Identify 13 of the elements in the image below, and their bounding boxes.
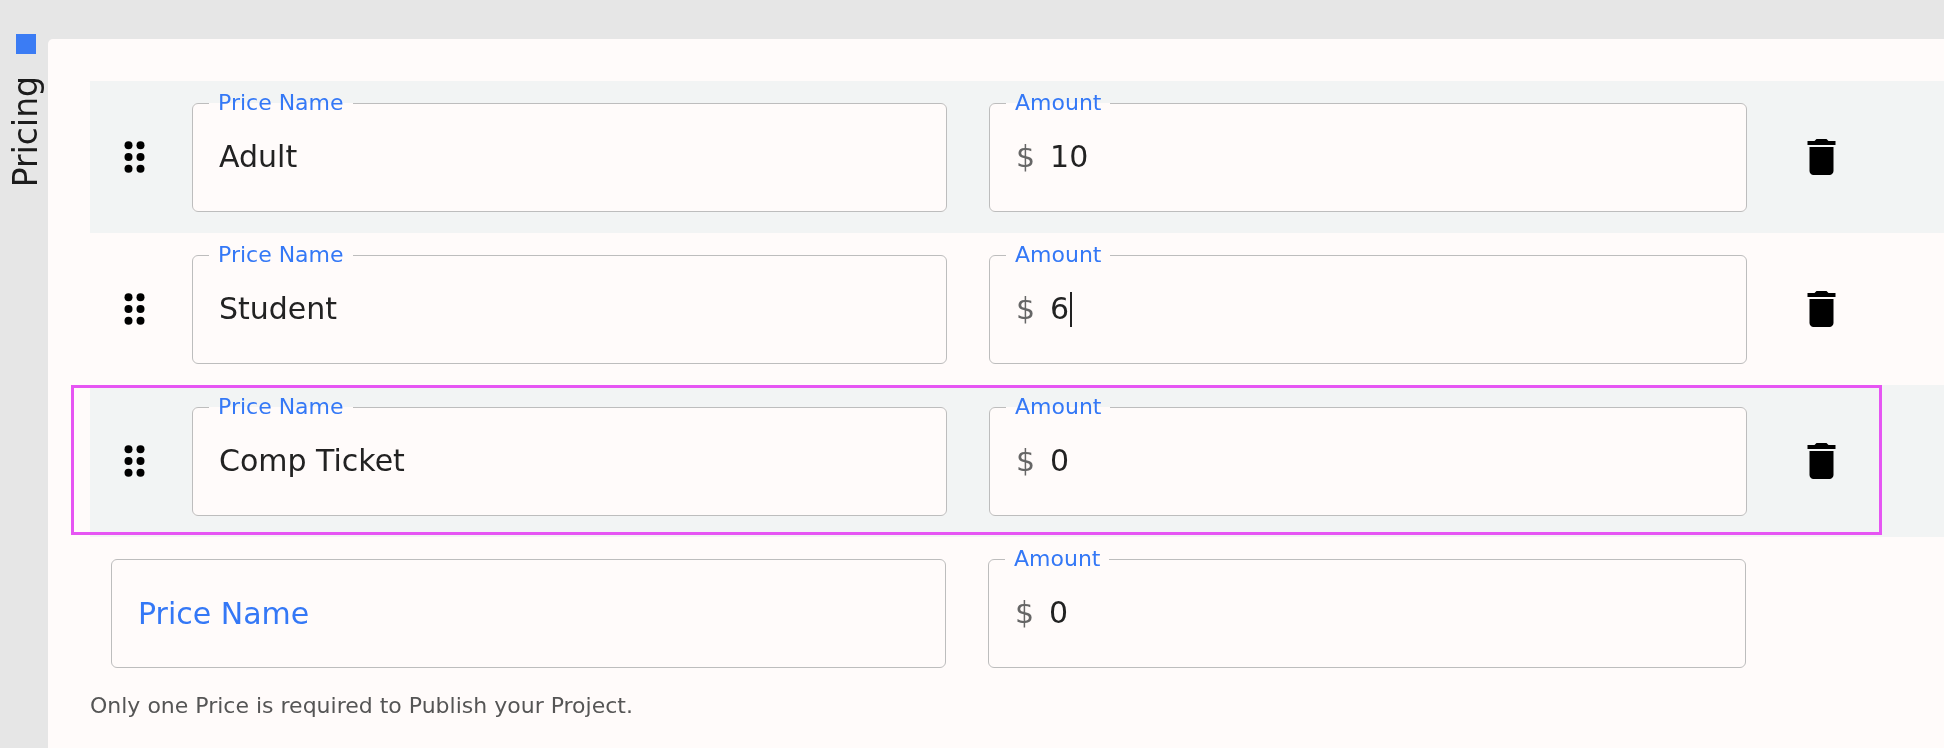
delete-button[interactable] — [1807, 443, 1836, 479]
trash-icon — [1807, 291, 1836, 327]
trash-icon — [1807, 443, 1836, 479]
help-text: Only one Price is required to Publish your Project. — [90, 693, 634, 719]
trash-icon — [1807, 139, 1836, 175]
square-marker-icon — [16, 34, 36, 54]
drag-handle-icon[interactable] — [124, 293, 145, 325]
price-name-field[interactable]: Price Name — [111, 559, 946, 668]
drag-handle-icon[interactable] — [124, 445, 145, 477]
drag-handle-icon[interactable] — [124, 141, 145, 173]
delete-button[interactable] — [1807, 291, 1836, 327]
section-label: Pricing — [7, 76, 45, 188]
delete-button[interactable] — [1807, 139, 1836, 175]
